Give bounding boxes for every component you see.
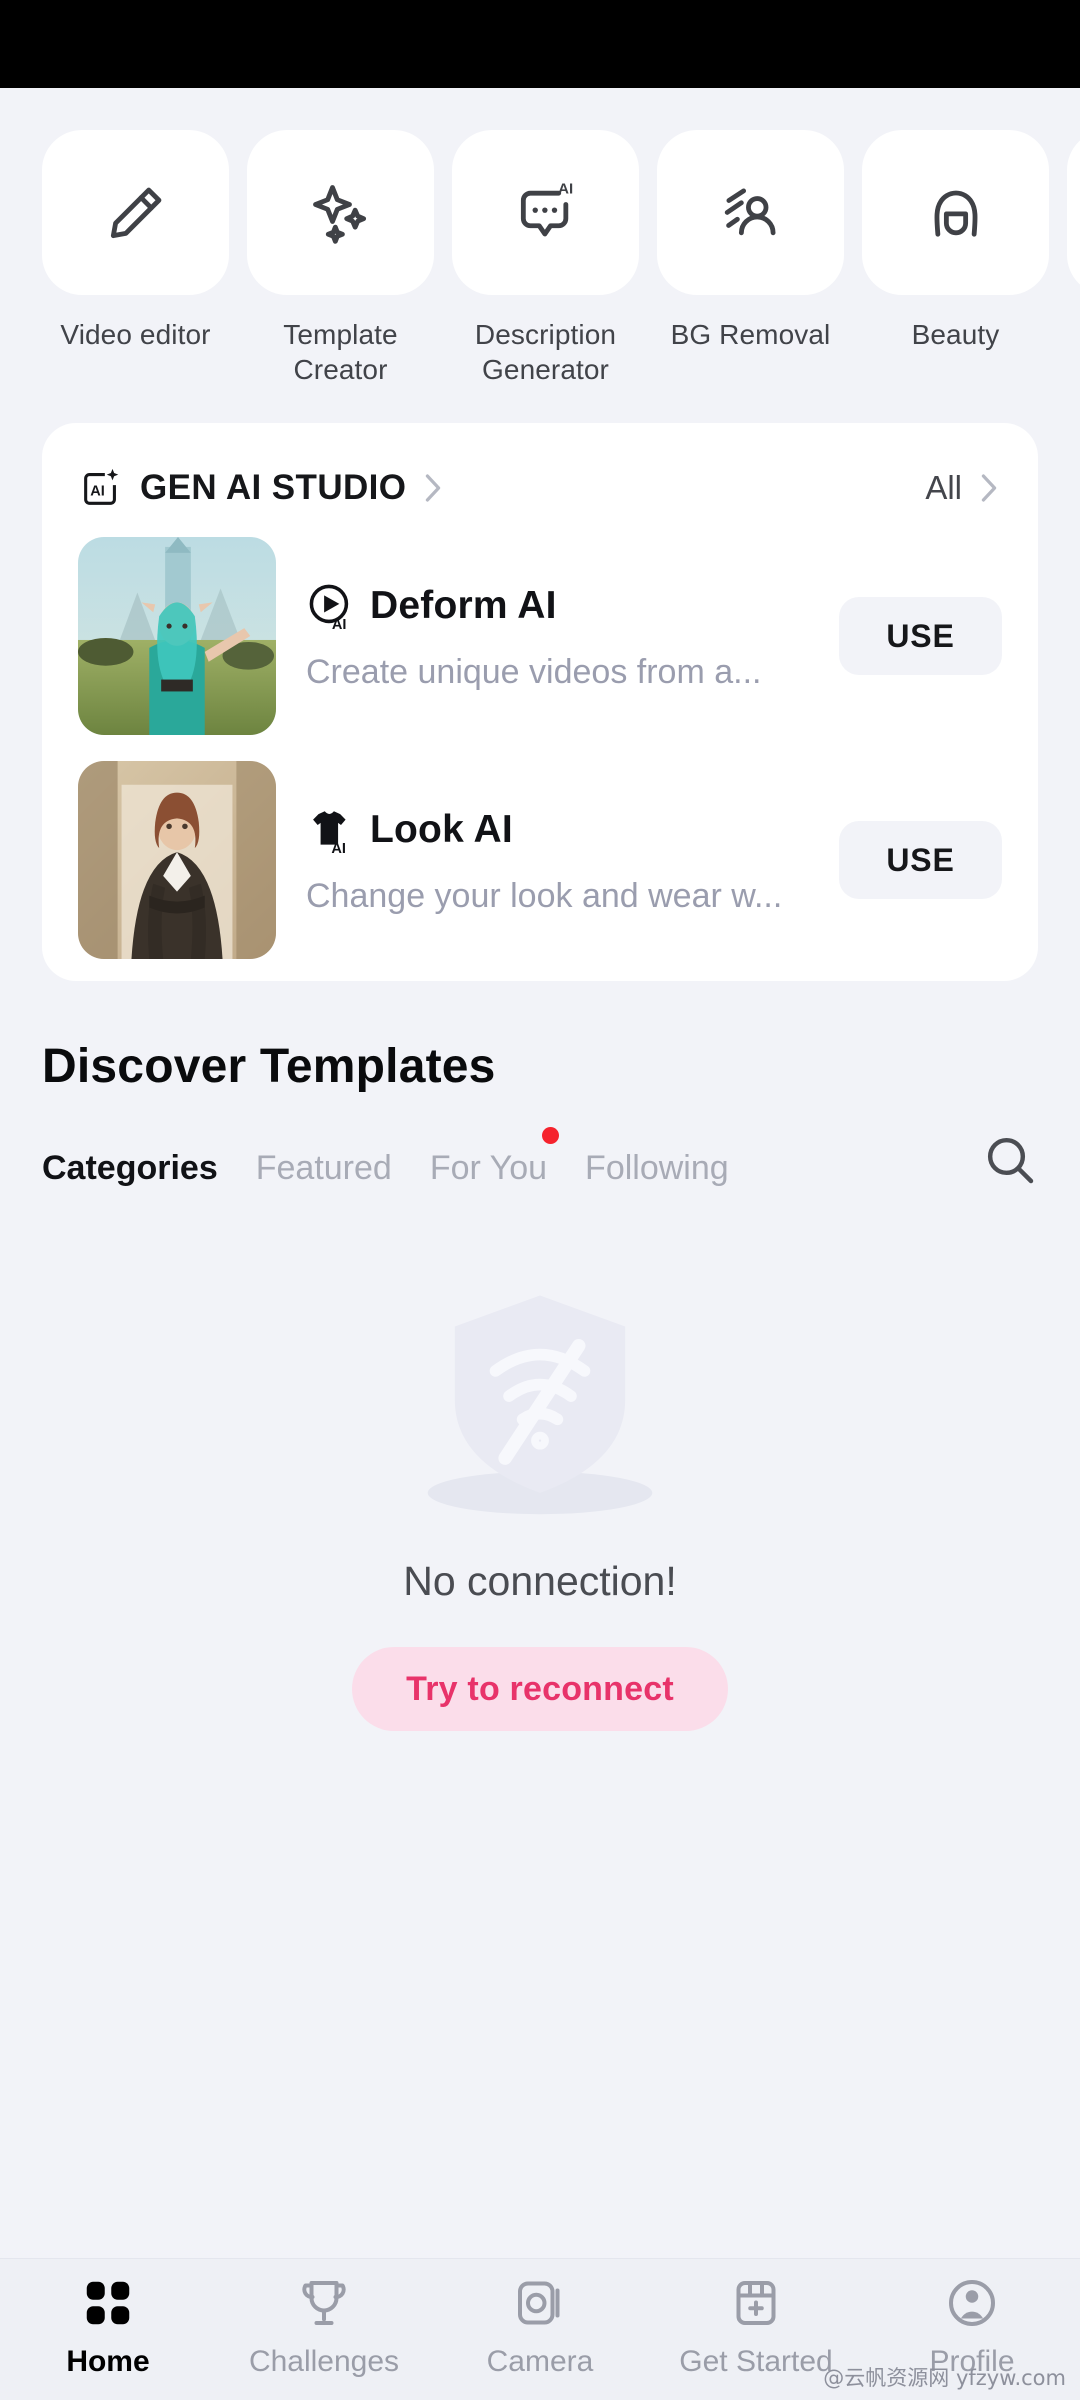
trophy-icon bbox=[302, 2281, 346, 2325]
nav-item-challenges[interactable]: Challenges bbox=[216, 2273, 432, 2379]
studio-item-text: AI Deform AI Create unique videos from a… bbox=[276, 581, 839, 692]
nav-item-home[interactable]: Home bbox=[0, 2273, 216, 2379]
view-all-link[interactable]: All bbox=[925, 469, 1002, 507]
sparkles-icon bbox=[312, 184, 366, 244]
search-icon[interactable] bbox=[982, 1132, 1038, 1188]
tool-bg-removal[interactable]: BG Removal bbox=[657, 130, 844, 387]
tab-featured[interactable]: Featured bbox=[256, 1149, 392, 1188]
fantasy-elf-character-thumbnail bbox=[78, 537, 276, 735]
studio-item-name-line: AI Deform AI bbox=[306, 581, 839, 631]
chevron-right-icon bbox=[426, 474, 441, 502]
app-screen: Video editor Template Creator AI Descrip… bbox=[0, 0, 1080, 2400]
gen-ai-studio-title: GEN AI STUDIO bbox=[140, 468, 407, 507]
pencil-icon bbox=[110, 187, 161, 238]
play-ai-icon: AI bbox=[309, 584, 349, 631]
use-button-deform-ai[interactable]: USE bbox=[839, 597, 1002, 675]
notification-dot-badge bbox=[542, 1127, 560, 1144]
tool-tile[interactable]: AI bbox=[452, 130, 639, 295]
tool-description-generator[interactable]: AI Description Generator bbox=[452, 130, 639, 387]
tshirt-ai-icon: AI bbox=[313, 810, 346, 855]
tool-tile[interactable] bbox=[247, 130, 434, 295]
view-all-label: All bbox=[925, 469, 962, 506]
shield-no-wifi-icon bbox=[427, 1295, 653, 1515]
woman-in-suit-thumbnail bbox=[78, 761, 276, 959]
nav-label: Home bbox=[66, 2345, 150, 2378]
svg-text:AI: AI bbox=[90, 484, 105, 500]
gen-ai-studio-card: AI GEN AI STUDIO All AI Deform AI Create… bbox=[42, 423, 1038, 981]
nav-label: Camera bbox=[486, 2345, 594, 2378]
svg-text:AI: AI bbox=[331, 840, 346, 854]
tools-carousel[interactable]: Video editor Template Creator AI Descrip… bbox=[0, 130, 1080, 387]
tool-tile[interactable] bbox=[42, 130, 229, 295]
tool-template-creator[interactable]: Template Creator bbox=[247, 130, 434, 387]
tool-label: Template Creator bbox=[283, 319, 398, 385]
tool-video-editor[interactable]: Video editor bbox=[42, 130, 229, 387]
bottom-navigation-bar: Home Challenges Camera Get Started Profi… bbox=[0, 2258, 1080, 2400]
watermark: @云帆资源网 yfzyw.com bbox=[823, 2366, 1066, 2390]
discover-templates-title: Discover Templates bbox=[42, 1040, 496, 1093]
tab-following[interactable]: Following bbox=[585, 1149, 729, 1188]
tab-label: Featured bbox=[255, 1149, 392, 1187]
studio-item-text: AI Look AI Change your look and wear w..… bbox=[276, 805, 839, 916]
empty-state: No connection! Try to reconnect bbox=[0, 1188, 1080, 2258]
tab-label: Categories bbox=[42, 1149, 218, 1187]
status-bar bbox=[0, 0, 1080, 88]
nav-label: Challenges bbox=[248, 2345, 400, 2378]
tab-label: Following bbox=[585, 1149, 729, 1187]
person-cutout-icon bbox=[724, 187, 776, 235]
studio-item-thumbnail bbox=[78, 537, 276, 735]
use-button-look-ai[interactable]: USE bbox=[839, 821, 1002, 899]
ai-chat-bubble-icon: AI bbox=[520, 180, 573, 236]
nav-label: Get Started bbox=[679, 2345, 833, 2378]
camera-icon bbox=[518, 2281, 560, 2325]
chevron-right-icon bbox=[981, 474, 997, 502]
discover-tabs: Categories Featured For You Following bbox=[42, 1127, 1038, 1188]
studio-item-thumbnail bbox=[78, 761, 276, 959]
calendar-plus-icon bbox=[736, 2281, 776, 2325]
empty-state-message: No connection! bbox=[403, 1558, 677, 1604]
svg-text:AI: AI bbox=[558, 180, 573, 197]
svg-text:AI: AI bbox=[332, 616, 347, 630]
studio-item-deform-ai[interactable]: AI Deform AI Create unique videos from a… bbox=[42, 511, 1038, 735]
ai-badge-icon: AI bbox=[84, 468, 119, 505]
tool-label: Beauty bbox=[911, 319, 1000, 350]
tool-label: Description Generator bbox=[474, 319, 617, 385]
studio-item-name: Deform AI bbox=[370, 583, 557, 627]
tab-categories[interactable]: Categories bbox=[42, 1149, 218, 1188]
tool-beauty[interactable]: Beauty bbox=[862, 130, 1049, 387]
tool-label: Video editor bbox=[60, 319, 211, 350]
studio-item-description: Change your look and wear w... bbox=[306, 876, 783, 915]
tool-tile[interactable] bbox=[862, 130, 1049, 295]
gen-ai-studio-header[interactable]: AI GEN AI STUDIO All bbox=[42, 423, 1038, 511]
tool-label: BG Removal bbox=[670, 319, 831, 350]
person-circle-icon bbox=[949, 2280, 995, 2326]
studio-item-description: Create unique videos from a... bbox=[306, 652, 762, 691]
nav-item-camera[interactable]: Camera bbox=[432, 2273, 648, 2379]
tool-tile[interactable] bbox=[1067, 130, 1080, 295]
tab-for-you[interactable]: For You bbox=[429, 1127, 560, 1188]
tool-partial-next[interactable] bbox=[1067, 130, 1080, 387]
face-beauty-icon bbox=[934, 190, 977, 237]
grid-icon bbox=[86, 2281, 130, 2325]
studio-item-name: Look AI bbox=[370, 807, 513, 851]
tool-tile[interactable] bbox=[657, 130, 844, 295]
tab-label: For You bbox=[429, 1149, 548, 1187]
try-to-reconnect-button[interactable]: Try to reconnect bbox=[352, 1647, 728, 1731]
studio-item-name-line: AI Look AI bbox=[306, 805, 839, 855]
studio-item-look-ai[interactable]: AI Look AI Change your look and wear w..… bbox=[42, 735, 1038, 959]
